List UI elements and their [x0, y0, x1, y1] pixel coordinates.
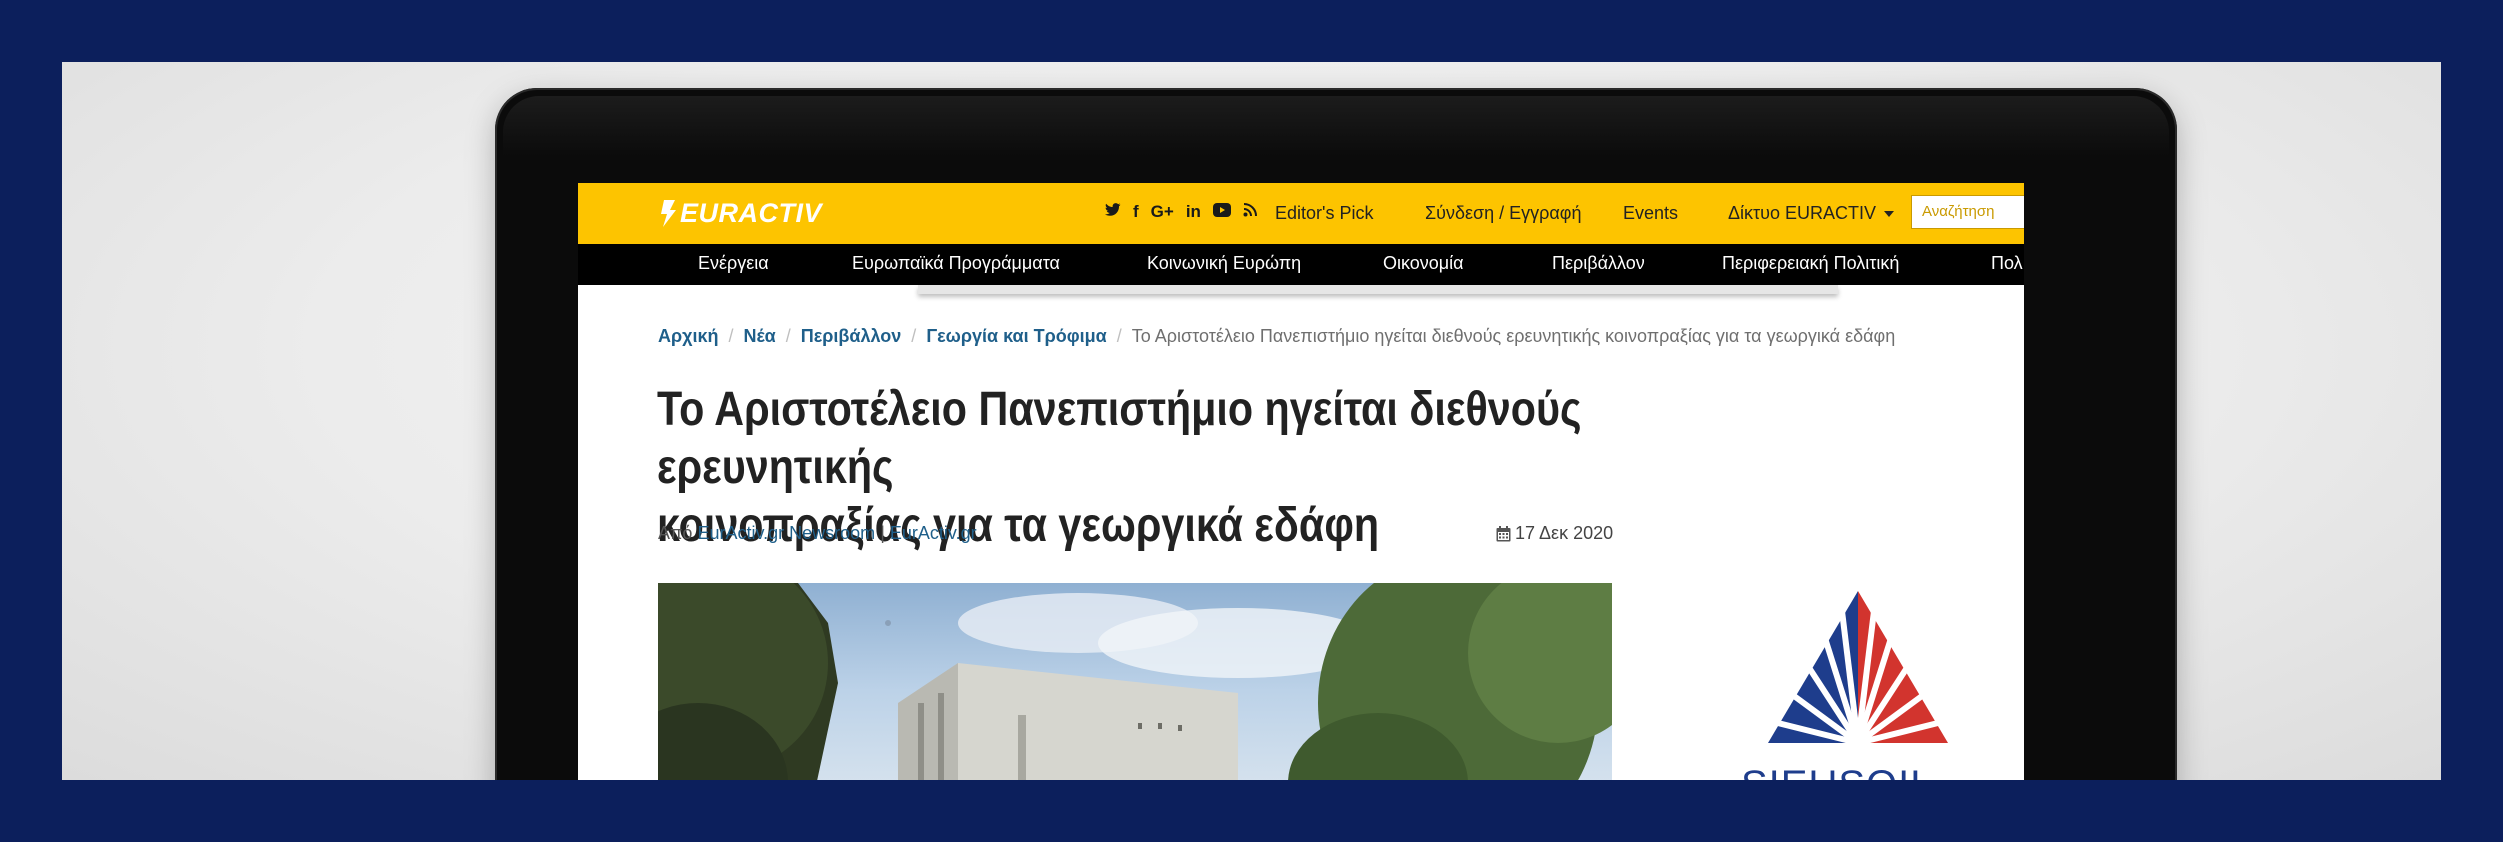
author-link[interactable]: EurActiv.gr Newsroom — [697, 523, 875, 543]
breadcrumb-home[interactable]: Αρχική — [658, 326, 719, 346]
linkedin-icon[interactable]: in — [1186, 201, 1201, 223]
article-byline: Από EurActiv.gr Newsroom | EurActiv.gr — [658, 523, 977, 544]
breadcrumb-separator: / — [1116, 326, 1122, 346]
nav-login-label: Σύνδεση / Εγγραφή — [1425, 203, 1582, 223]
logo-text: EURACTIV — [680, 197, 823, 228]
breadcrumb-agriculture[interactable]: Γεωργία και Τρόφιμα — [926, 326, 1106, 346]
breadcrumb-environment[interactable]: Περιβάλλον — [801, 326, 902, 346]
background-stage: EURACTIV f G+ in Editor's Pick Σύνδεση /… — [62, 62, 2441, 780]
laptop-frame: EURACTIV f G+ in Editor's Pick Σύνδεση /… — [495, 88, 2177, 780]
social-links: f G+ in — [1105, 201, 1257, 223]
byline-prefix: Από — [658, 523, 693, 543]
article-title-line-1: Το Αριστοτέλειο Πανεπιστήμιο ηγείται διε… — [657, 383, 1582, 494]
nav-login[interactable]: Σύνδεση / Εγγραφή — [1425, 183, 1581, 244]
category-eu-programmes[interactable]: Ευρωπαϊκά Προγράμματα — [852, 253, 1060, 274]
category-economy[interactable]: Οικονομία — [1383, 253, 1464, 274]
category-energy[interactable]: Ενέργεια — [698, 253, 769, 274]
site-header: EURACTIV f G+ in Editor's Pick Σύνδεση /… — [578, 183, 2024, 244]
google-plus-icon[interactable]: G+ — [1151, 201, 1174, 223]
article-hero-image — [658, 583, 1612, 780]
breadcrumb-current: Το Αριστοτέλειο Πανεπιστήμιο ηγείται διε… — [1131, 326, 1896, 346]
dropdown-shadow-strip — [918, 285, 1838, 294]
nav-events[interactable]: Events — [1623, 183, 1678, 244]
category-politics[interactable]: Πολ — [1991, 253, 2023, 274]
university-building-photo — [658, 583, 1612, 780]
nav-network-label: Δίκτυο EURACTIV — [1728, 203, 1876, 223]
byline-separator: | — [880, 523, 885, 543]
nav-editors-pick-label: Editor's Pick — [1275, 203, 1374, 223]
breadcrumb-separator: / — [911, 326, 917, 346]
site-logo[interactable]: EURACTIV — [658, 195, 822, 231]
breadcrumb-separator: / — [728, 326, 734, 346]
source-link[interactable]: EurActiv.gr — [890, 523, 977, 543]
nav-network-dropdown[interactable]: Δίκτυο EURACTIV — [1728, 183, 1894, 244]
breadcrumb: Αρχική / Νέα / Περιβάλλον / Γεωργία και Τρόφιμ… — [658, 326, 1895, 347]
chevron-down-icon — [1884, 210, 1894, 217]
nav-editors-pick[interactable]: Editor's Pick — [1275, 183, 1373, 244]
twitter-icon[interactable] — [1105, 201, 1121, 223]
nav-events-label: Events — [1623, 203, 1679, 223]
category-regional-policy[interactable]: Περιφερειακή Πολιτική — [1722, 253, 1899, 274]
facebook-icon[interactable]: f — [1133, 201, 1139, 223]
search-input[interactable]: Αναζήτηση — [1911, 195, 2024, 229]
logo-mark-icon — [661, 200, 676, 227]
ad-brand-text[interactable]: SIEUSOIL — [1741, 763, 1934, 780]
youtube-icon[interactable] — [1212, 201, 1231, 223]
article-date: 17 Δεκ 2020 — [1496, 523, 1613, 544]
article-date-text: 17 Δεκ 2020 — [1515, 523, 1614, 543]
calendar-icon — [1496, 525, 1511, 541]
browser-screen: EURACTIV f G+ in Editor's Pick Σύνδεση /… — [578, 183, 2024, 780]
sieusoil-ad-logo — [1768, 591, 1948, 746]
rss-icon[interactable] — [1243, 201, 1257, 223]
category-nav: Ενέργεια Ευρωπαϊκά Προγράμματα Κοινωνική… — [578, 244, 2024, 285]
breadcrumb-news[interactable]: Νέα — [744, 326, 776, 346]
category-social-europe[interactable]: Κοινωνική Ευρώπη — [1147, 253, 1301, 274]
category-environment[interactable]: Περιβάλλον — [1552, 253, 1645, 274]
breadcrumb-separator: / — [785, 326, 791, 346]
